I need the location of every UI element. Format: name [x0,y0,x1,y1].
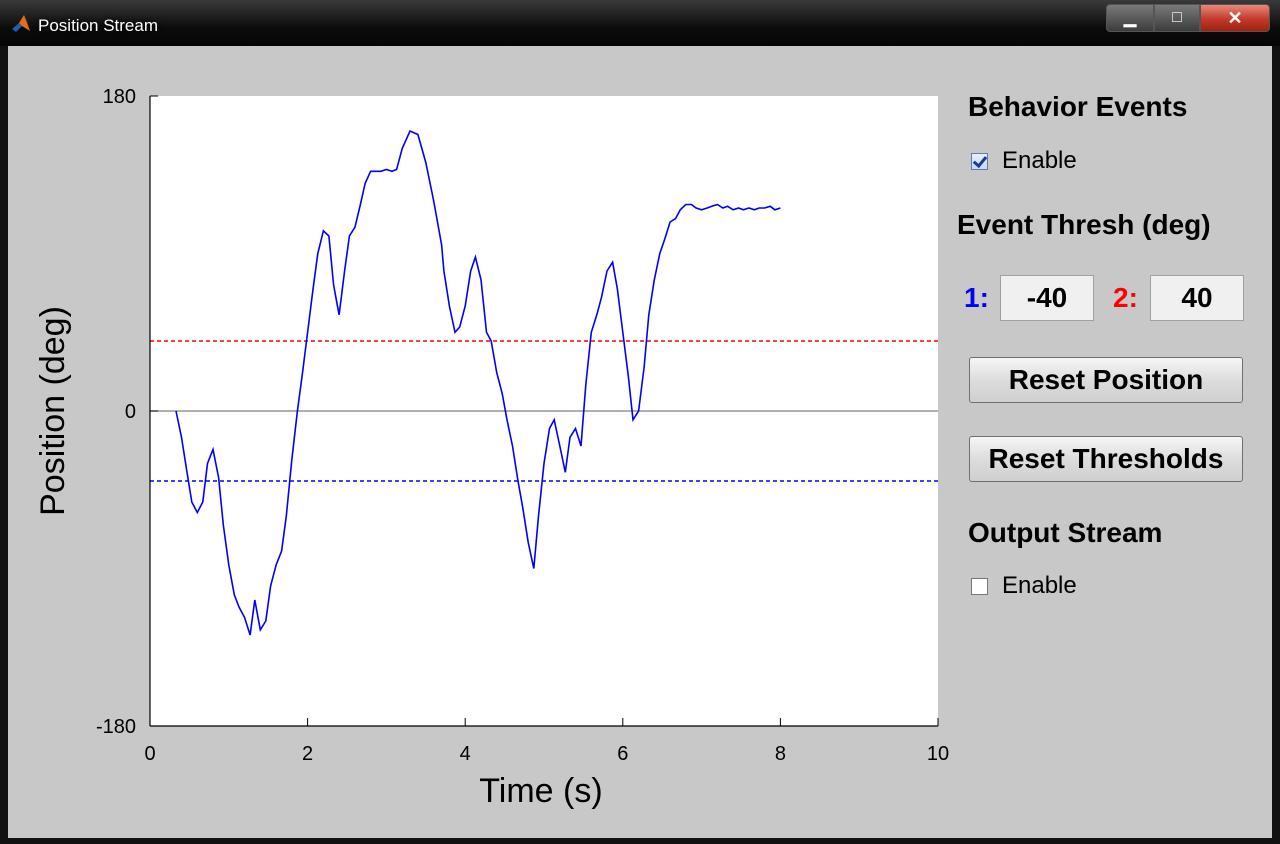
x-axis-label: Time (s) [479,772,602,810]
threshold-2-label: 2: [1113,282,1138,313]
reset-thresholds-button[interactable]: Reset Thresholds [969,436,1243,482]
x-tick-label: 0 [144,743,155,765]
figure-client-area: 0 2 4 6 8 10 180 0 -180 Time (s) Position (deg)… [8,46,1272,838]
threshold-1-input[interactable]: -40 [1000,275,1094,321]
y-tick-label: -180 [96,716,136,738]
output-enable-label: Enable [1002,572,1077,599]
y-tick-label: 0 [125,401,136,423]
x-tick-label: 8 [775,743,786,765]
y-axis-label: Position (deg) [34,306,72,516]
app-window: Position Stream ▁ □ ✕ 0 2 4 6 8 10 180 0 -180 T… [0,0,1280,844]
output-enable-checkbox[interactable] [971,577,988,595]
behavior-enable-row[interactable]: Enable [971,147,1077,175]
window-title: Position Stream [38,16,158,35]
behavior-events-heading: Behavior Events [968,91,1188,122]
x-tick-label: 6 [617,743,628,765]
title-bar[interactable]: Position Stream ▁ □ ✕ [0,0,1280,46]
x-tick-label: 10 [927,743,949,765]
maximize-icon: □ [1172,9,1182,26]
behavior-enable-checkbox[interactable] [971,152,988,170]
x-tick-label: 2 [302,743,313,765]
y-tick-label: 180 [103,86,136,108]
output-stream-heading: Output Stream [968,517,1163,548]
threshold-1-label: 1: [964,282,989,313]
close-icon: ✕ [1227,7,1243,28]
output-enable-row[interactable]: Enable [971,572,1077,600]
threshold-2-input[interactable]: 40 [1150,275,1244,321]
minimize-icon: ▁ [1123,10,1137,27]
event-thresh-heading: Event Thresh (deg) [957,209,1211,240]
maximize-button[interactable]: □ [1154,4,1200,32]
position-plot[interactable]: 0 2 4 6 8 10 180 0 -180 Time (s) Position (deg) [8,46,968,836]
behavior-enable-label: Enable [1002,147,1077,174]
close-button[interactable]: ✕ [1200,4,1270,32]
reset-position-button[interactable]: Reset Position [969,357,1243,403]
x-tick-label: 4 [460,743,471,765]
minimize-button[interactable]: ▁ [1106,4,1154,32]
matlab-icon [12,15,30,32]
